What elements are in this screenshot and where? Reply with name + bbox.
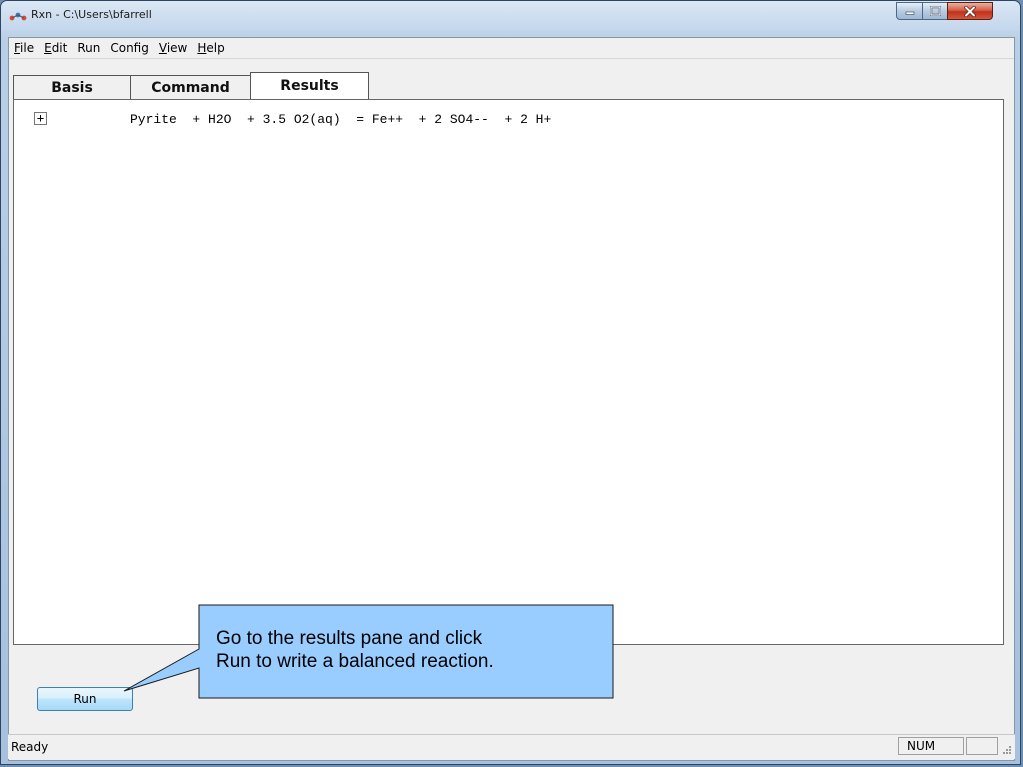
status-panel-empty xyxy=(966,737,998,755)
app-window: Rxn - C:\Users\bfarrell File Edit Run Co… xyxy=(0,0,1021,765)
num-lock-indicator: NUM xyxy=(898,737,964,755)
status-text: Ready xyxy=(11,740,49,754)
callout-text: Go to the results pane and click Run to … xyxy=(216,627,606,673)
resize-grip-icon[interactable] xyxy=(1000,743,1012,755)
callout-line-1: Go to the results pane and click xyxy=(216,628,483,649)
callout-line-2: Run to write a balanced reaction. xyxy=(216,651,494,672)
status-bar: Ready NUM xyxy=(8,734,1015,759)
tab-results[interactable]: Results xyxy=(250,72,369,99)
